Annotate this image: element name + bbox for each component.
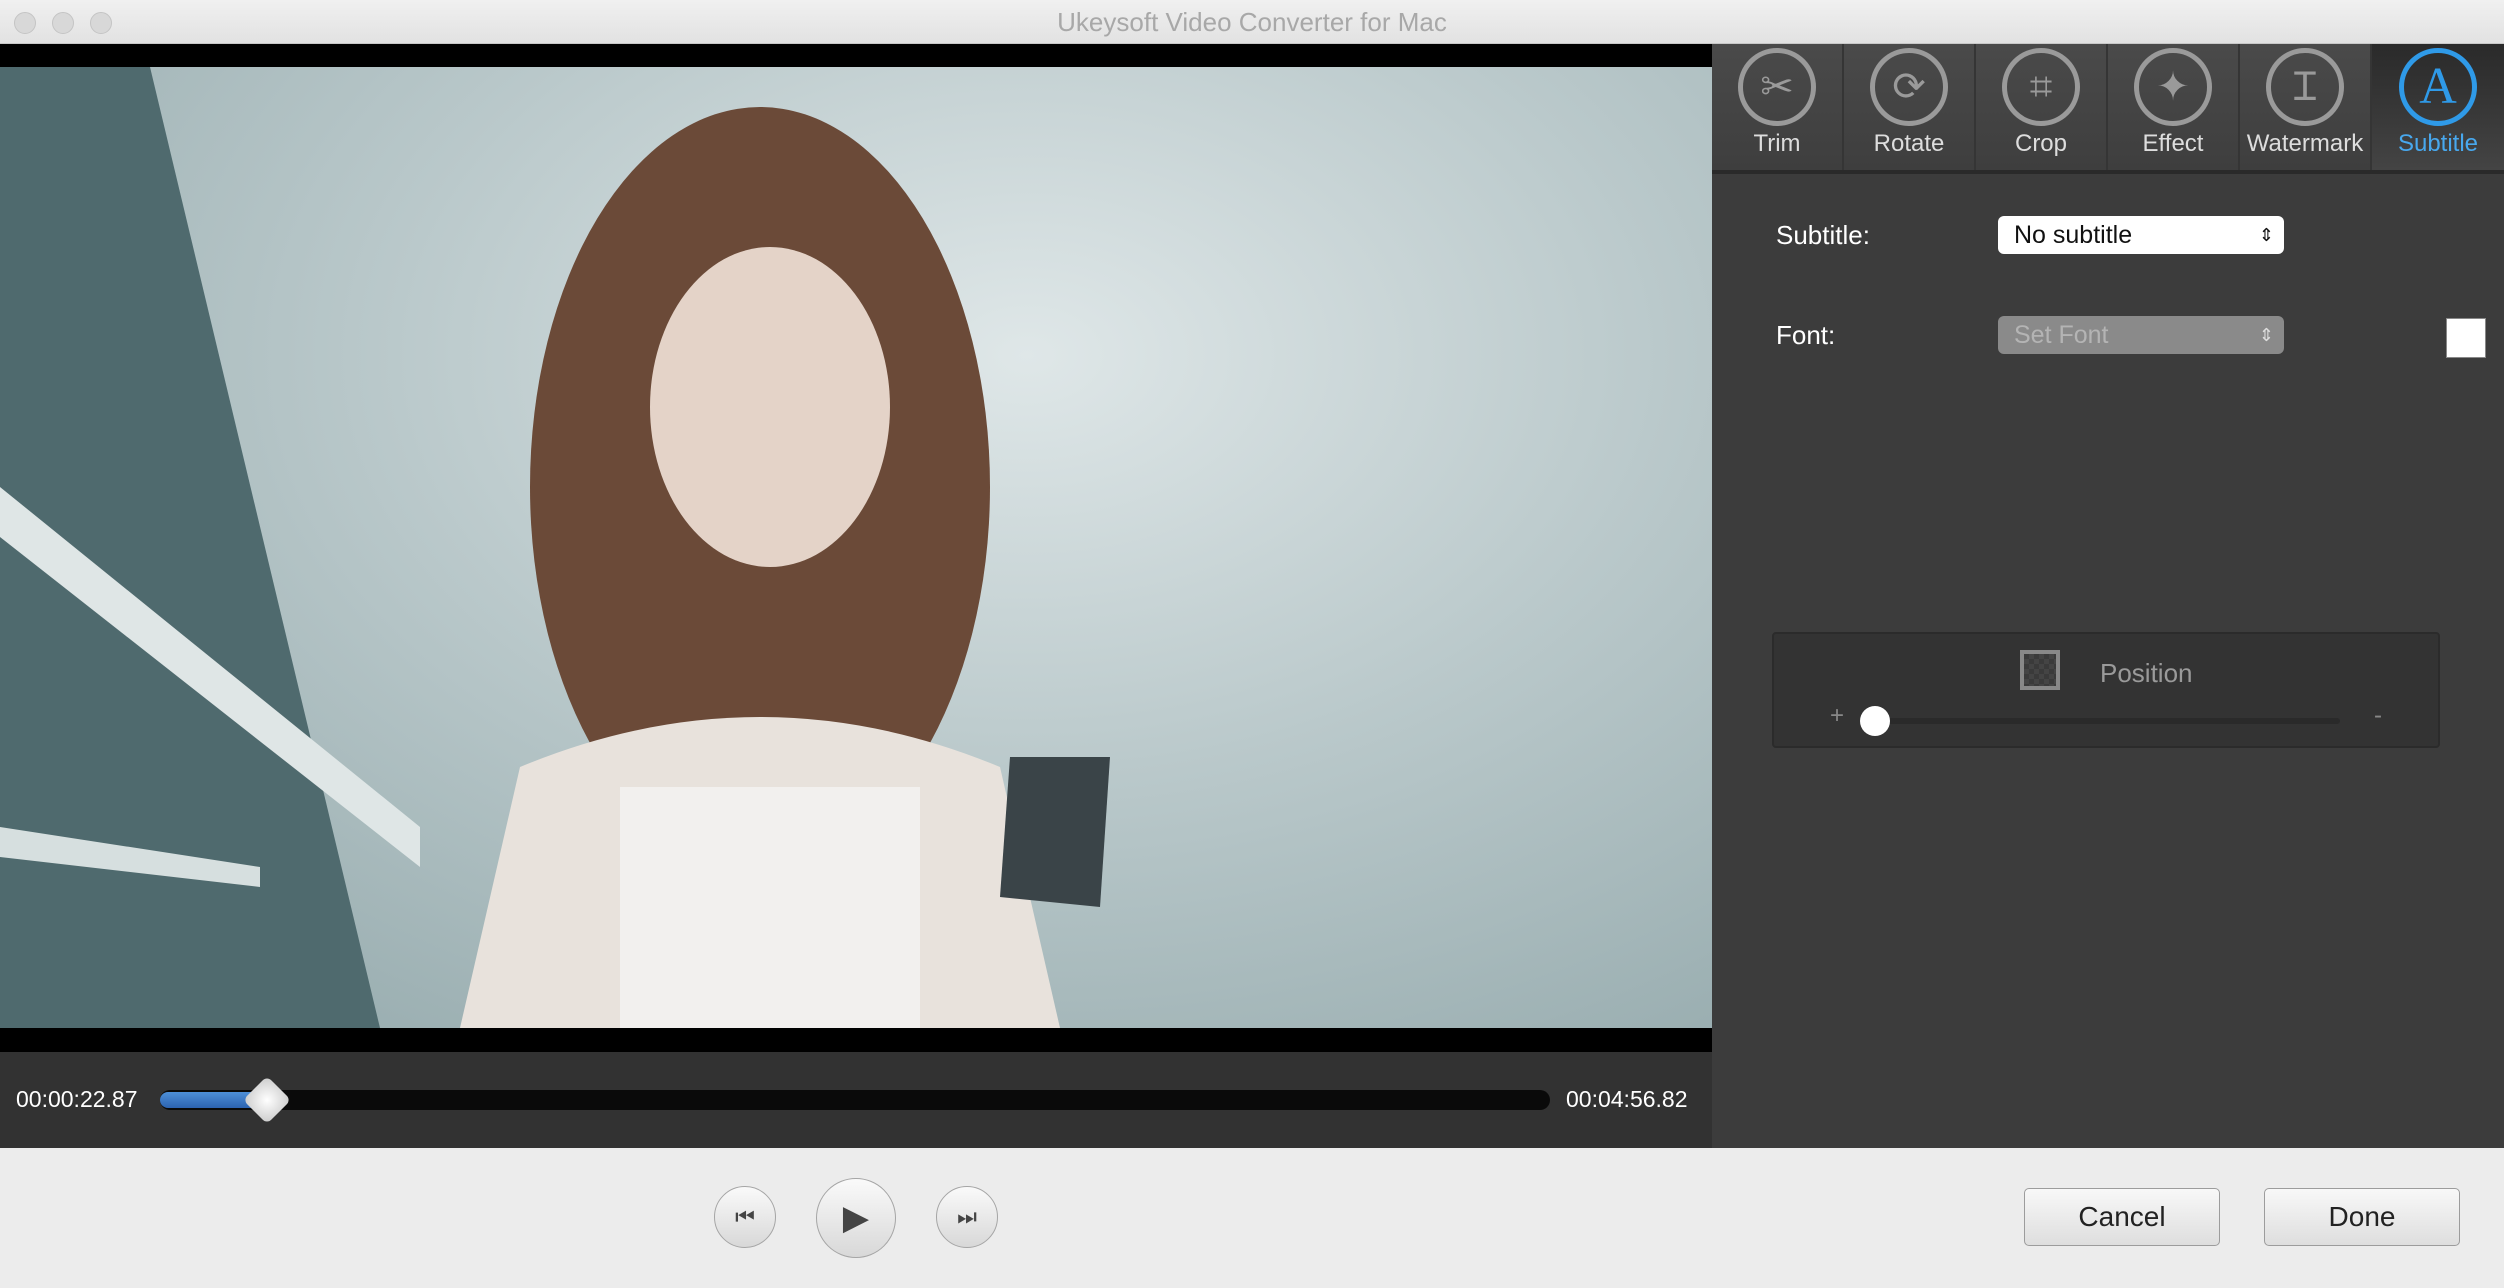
tab-label: Crop <box>2014 130 2068 157</box>
window-title: Ukeysoft Video Converter for Mac <box>1057 7 1447 37</box>
total-time: 00:04:56.82 <box>1566 1086 1688 1112</box>
font-select-value: Set Font <box>2014 321 2109 349</box>
chevron-updown-icon: ⇕ <box>2258 325 2274 345</box>
watermark-icon: Ɪ <box>2266 48 2344 126</box>
bottom-bar: ⏮ ▶ ⏭ Cancel Done <box>0 1148 2504 1288</box>
tab-label: Subtitle <box>2397 130 2479 157</box>
rotate-icon: ⟳ <box>1870 48 1948 126</box>
position-icon <box>2020 650 2060 690</box>
current-time: 00:00:22.87 <box>16 1086 138 1112</box>
magic-wand-icon: ✦ <box>2134 48 2212 126</box>
tab-label: Effect <box>2142 130 2204 157</box>
seek-handle[interactable] <box>242 1075 292 1125</box>
chevron-updown-icon: ⇕ <box>2258 225 2274 245</box>
play-button[interactable]: ▶ <box>816 1178 896 1258</box>
tab-label: Trim <box>1753 130 1801 157</box>
tab-label: Rotate <box>1873 130 1945 157</box>
position-minus: - <box>2374 702 2382 729</box>
subtitle-select[interactable]: No subtitle ⇕ <box>1998 216 2284 254</box>
font-color-swatch[interactable] <box>2446 318 2486 358</box>
tab-trim[interactable]: ✂ Trim <box>1712 44 1844 170</box>
cancel-button[interactable]: Cancel <box>2024 1188 2220 1246</box>
skip-forward-icon: ⏭ <box>957 1204 977 1229</box>
tab-subtitle[interactable]: A Subtitle <box>2372 44 2504 170</box>
position-plus: + <box>1830 702 1845 729</box>
next-frame-button[interactable]: ⏭ <box>936 1186 998 1248</box>
subtitle-icon: A <box>2399 48 2477 126</box>
video-frame <box>0 67 1712 1028</box>
edit-tabs: ✂ Trim ⟳ Rotate ⌗ Crop ✦ Effect Ɪ Watermark A… <box>1712 44 2504 174</box>
font-select[interactable]: Set Font ⇕ <box>1998 316 2284 354</box>
position-label: Position <box>2100 658 2193 688</box>
tab-label: Watermark <box>2246 130 2364 157</box>
timeline-bar: 00:00:22.87 00:04:56.82 <box>0 1052 1712 1148</box>
tab-effect[interactable]: ✦ Effect <box>2108 44 2240 170</box>
tab-rotate[interactable]: ⟳ Rotate <box>1844 44 1976 170</box>
seek-slider[interactable] <box>160 1075 1550 1125</box>
video-frame-image <box>0 67 1110 1028</box>
tab-crop[interactable]: ⌗ Crop <box>1976 44 2108 170</box>
font-label: Font: <box>1776 320 1836 350</box>
close-window-button[interactable] <box>14 12 36 34</box>
minimize-window-button[interactable] <box>52 12 74 34</box>
skip-back-icon: ⏮ <box>735 1204 755 1229</box>
tab-watermark[interactable]: Ɪ Watermark <box>2240 44 2372 170</box>
previous-frame-button[interactable]: ⏮ <box>714 1186 776 1248</box>
video-preview <box>0 44 1712 1052</box>
scissors-icon: ✂ <box>1738 48 1816 126</box>
crop-icon: ⌗ <box>2002 48 2080 126</box>
subtitle-select-value: No subtitle <box>2014 221 2133 249</box>
edit-panel: ✂ Trim ⟳ Rotate ⌗ Crop ✦ Effect Ɪ Watermark A… <box>1712 44 2504 1148</box>
subtitle-label: Subtitle: <box>1776 220 1870 250</box>
done-button[interactable]: Done <box>2264 1188 2460 1246</box>
position-box: Position + - <box>1772 632 2440 748</box>
play-icon: ▶ <box>842 1199 870 1237</box>
zoom-window-button[interactable] <box>90 12 112 34</box>
position-slider-handle[interactable] <box>1860 706 1890 736</box>
position-slider[interactable] <box>1860 706 2340 736</box>
title-bar: Ukeysoft Video Converter for Mac <box>0 0 2504 44</box>
